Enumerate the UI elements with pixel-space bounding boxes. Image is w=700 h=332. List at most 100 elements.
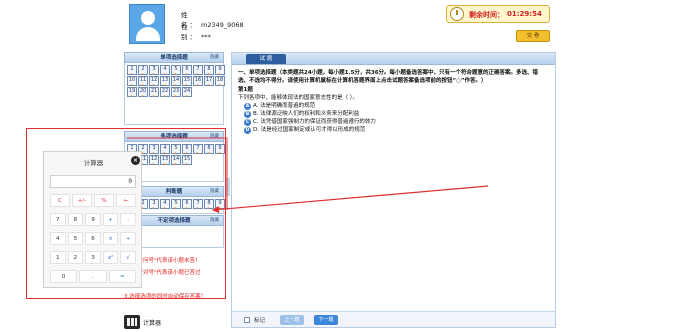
question-cell[interactable]: 13 xyxy=(160,76,170,88)
question-cell[interactable]: 15 xyxy=(182,155,192,167)
question-cell[interactable]: 13 xyxy=(160,155,170,167)
calc-key[interactable]: + xyxy=(102,213,119,226)
calc-key[interactable]: 9 xyxy=(85,213,101,226)
calc-key[interactable]: = xyxy=(108,270,136,283)
calc-key[interactable]: +/- xyxy=(72,194,92,207)
calc-key[interactable]: - xyxy=(120,213,136,226)
question-cell[interactable]: 7 xyxy=(193,144,203,156)
question-cell[interactable]: 5 xyxy=(171,65,181,77)
question-cell[interactable]: 18 xyxy=(215,76,225,88)
next-question-button[interactable]: 下一题 xyxy=(314,315,338,325)
section-instructions: 一、单项选择题（本类题共24小题，每小题1.5分，共36分。每小题备选答案中，只… xyxy=(238,70,539,84)
option-radio-icon[interactable]: D xyxy=(244,126,251,134)
section-grid-single-choice: 123456789101112131415161718192021222324 xyxy=(124,63,225,125)
section-title: 多项选择题 xyxy=(160,134,188,140)
question-cell[interactable]: 9 xyxy=(215,199,225,211)
question-cell[interactable]: 5 xyxy=(171,144,181,156)
question-cell[interactable]: 3 xyxy=(149,65,159,77)
section-header-single-choice[interactable]: 单项选择题 隐藏 xyxy=(124,52,224,63)
question-cell[interactable]: 4 xyxy=(160,144,170,156)
option-d[interactable]: D D. 法是经过国家制定或认可才得以形成的规范 xyxy=(244,126,549,134)
question-cell[interactable]: 22 xyxy=(160,87,170,99)
question-cell[interactable]: 8 xyxy=(204,144,214,156)
option-c[interactable]: C C. 法凭借国家强制力的保证而获得普遍遵行的效力 xyxy=(244,118,549,126)
option-text: A. 法是明确而普遍的规范 xyxy=(253,103,316,109)
question-cell[interactable]: 24 xyxy=(182,87,192,99)
option-a[interactable]: A A. 法是明确而普遍的规范 xyxy=(244,102,549,110)
question-cell[interactable]: 4 xyxy=(160,199,170,211)
option-radio-icon[interactable]: A xyxy=(244,102,251,110)
submit-exam-button[interactable]: 交 卷 xyxy=(516,30,550,42)
calc-key[interactable]: 7 xyxy=(50,213,66,226)
calc-key[interactable]: x² xyxy=(102,251,119,264)
question-cell[interactable]: 12 xyxy=(149,155,159,167)
question-cell[interactable]: 15 xyxy=(182,76,192,88)
calculator-display: 0 xyxy=(50,175,136,188)
calculator-title: 计算器 xyxy=(83,159,104,167)
hide-toggle[interactable]: 隐藏 xyxy=(210,53,219,63)
calculator-launcher-label[interactable]: 计算器 xyxy=(143,318,161,327)
calc-key[interactable]: 5 xyxy=(67,232,84,245)
mark-checkbox[interactable] xyxy=(244,317,250,323)
close-icon[interactable]: × xyxy=(131,156,140,165)
question-cell[interactable]: 1 xyxy=(127,65,137,77)
hide-toggle[interactable]: 隐藏 xyxy=(210,187,219,197)
question-cell[interactable]: 5 xyxy=(171,199,181,211)
question-cell[interactable]: 2 xyxy=(138,65,148,77)
question-cell[interactable]: 6 xyxy=(182,199,192,211)
panel-splitter[interactable] xyxy=(226,178,230,196)
calc-key[interactable]: ← xyxy=(116,194,136,207)
question-cell[interactable]: 14 xyxy=(171,76,181,88)
prev-question-button[interactable]: 上一题 xyxy=(280,315,304,325)
tab-questions[interactable]: 试 题 xyxy=(246,54,286,64)
question-cell[interactable]: 16 xyxy=(193,76,203,88)
question-cell[interactable]: 21 xyxy=(149,87,159,99)
question-cell[interactable]: 3 xyxy=(149,199,159,211)
calc-key[interactable]: . xyxy=(79,270,107,283)
question-cell[interactable]: 10 xyxy=(127,76,137,88)
calc-key[interactable]: 6 xyxy=(85,232,101,245)
question-cell[interactable]: 8 xyxy=(204,199,214,211)
question-cell[interactable]: 6 xyxy=(182,65,192,77)
countdown-timer: 剩余时间： 01:29:54 xyxy=(446,5,550,23)
question-cell[interactable]: 7 xyxy=(193,65,203,77)
calc-key[interactable]: 2 xyxy=(67,251,84,264)
calc-key[interactable]: C xyxy=(50,194,70,207)
question-cell[interactable]: 19 xyxy=(127,87,137,99)
question-cell[interactable]: 23 xyxy=(171,87,181,99)
question-text: 下列各项中，能够体现法的国家意志性的是（ ）。 xyxy=(238,95,358,101)
question-cell[interactable]: 12 xyxy=(149,76,159,88)
question-cell[interactable]: 7 xyxy=(193,199,203,211)
calc-key[interactable]: % xyxy=(94,194,114,207)
question-cell[interactable]: 8 xyxy=(204,65,214,77)
question-cell[interactable]: 9 xyxy=(215,65,225,77)
calc-key[interactable]: 3 xyxy=(85,251,101,264)
calc-key[interactable]: √ xyxy=(120,251,136,264)
hide-toggle[interactable]: 隐藏 xyxy=(210,132,219,142)
calc-key[interactable]: 8 xyxy=(67,213,84,226)
question-cell[interactable]: 9 xyxy=(215,144,225,156)
option-radio-icon[interactable]: B xyxy=(244,110,251,118)
calc-key[interactable]: 0 xyxy=(50,270,78,283)
calc-key[interactable]: 1 xyxy=(50,251,66,264)
option-text: C. 法凭借国家强制力的保证而获得普遍遵行的效力 xyxy=(253,119,376,125)
question-cell[interactable]: 17 xyxy=(204,76,214,88)
option-radio-icon[interactable]: C xyxy=(244,118,251,126)
question-cell[interactable]: 3 xyxy=(149,144,159,156)
mark-label: 标记 xyxy=(254,318,266,324)
section-header-multiple-choice[interactable]: 多项选择题 隐藏 xyxy=(124,131,224,142)
question-cell[interactable]: 11 xyxy=(138,76,148,88)
exam-header: 姓 名： m2349_9068 性 别： *** 剩余时间： 01:29:54 交 … xyxy=(0,0,700,50)
question-cell[interactable]: 14 xyxy=(171,155,181,167)
calc-key[interactable]: ÷ xyxy=(120,232,136,245)
calculator-launcher[interactable]: 计算器 xyxy=(124,315,161,329)
question-cell[interactable]: 4 xyxy=(160,65,170,77)
question-panel: 试 题 一、单项选择题（本类题共24小题，每小题1.5分，共36分。每小题备选答… xyxy=(231,52,556,328)
calc-key[interactable]: × xyxy=(102,232,119,245)
question-cell[interactable]: 20 xyxy=(138,87,148,99)
option-b[interactable]: B B. 法律源泛映人们的权利和义务来分配利益 xyxy=(244,110,549,118)
calc-key[interactable]: 4 xyxy=(50,232,66,245)
hide-toggle[interactable]: 隐藏 xyxy=(210,216,219,226)
calculator-icon[interactable] xyxy=(124,315,140,329)
question-cell[interactable]: 6 xyxy=(182,144,192,156)
